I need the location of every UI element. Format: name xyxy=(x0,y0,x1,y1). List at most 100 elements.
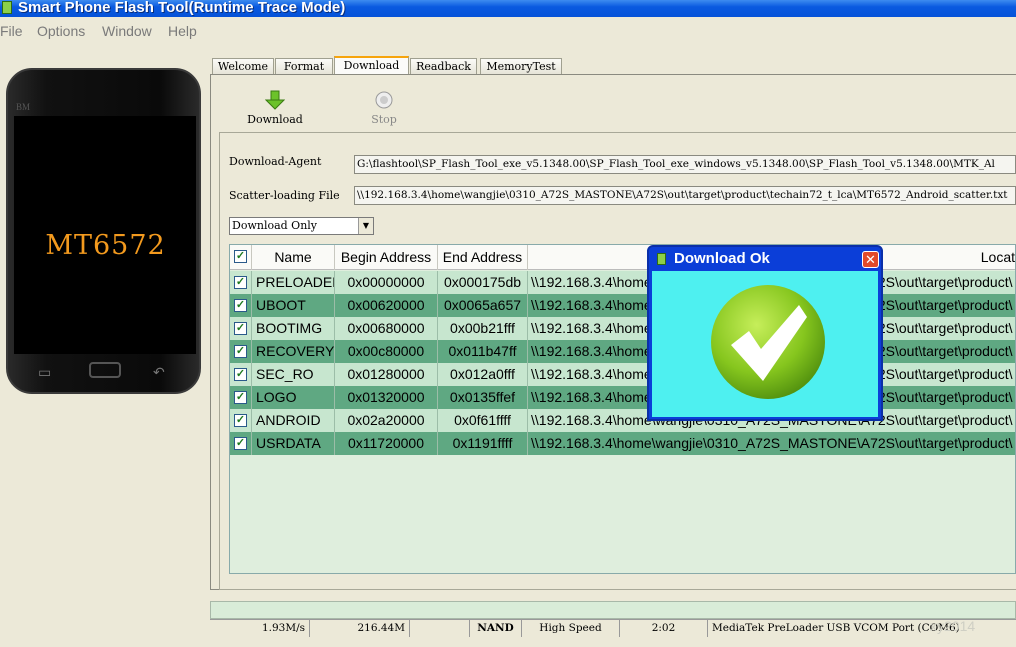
menu-help[interactable]: Help xyxy=(168,23,197,39)
app-icon xyxy=(2,1,12,14)
cell-check: ✓ xyxy=(230,317,252,340)
scatter-file-label: Scatter-loading File xyxy=(229,189,340,202)
cell-name: USRDATA xyxy=(252,432,335,455)
cell-end-address: 0x0135ffef xyxy=(438,386,528,409)
status-bar: 1.93M/s 216.44M NAND High Speed 2:02 Med… xyxy=(210,619,1016,637)
tab-download[interactable]: Download xyxy=(334,56,409,76)
cell-name: UBOOT xyxy=(252,294,335,317)
dialog-title-bar: Download Ok xyxy=(649,247,881,270)
download-button[interactable]: Download xyxy=(245,90,305,126)
cell-name: LOGO xyxy=(252,386,335,409)
cell-location: \\192.168.3.4\home\wangjie\0310_A72S_MAS… xyxy=(531,435,1013,451)
row-checkbox[interactable]: ✓ xyxy=(234,414,247,427)
table-row[interactable]: ✓ANDROID0x02a200000x0f61ffff\\192.168.3.… xyxy=(230,409,1015,432)
phone-model: MT6572 xyxy=(45,230,166,261)
cell-begin-address: 0x01320000 xyxy=(335,386,438,409)
status-speed: 1.93M/s xyxy=(210,620,310,637)
row-checkbox[interactable]: ✓ xyxy=(234,391,247,404)
row-checkbox[interactable]: ✓ xyxy=(234,322,247,335)
home-key-icon xyxy=(89,362,121,378)
menu-key-icon: ▭ xyxy=(38,364,52,380)
cell-name: ANDROID xyxy=(252,409,335,432)
column-end-address[interactable]: End Address xyxy=(438,245,528,270)
status-usb-speed: High Speed xyxy=(522,620,620,637)
title-bar: Smart Phone Flash Tool(Runtime Trace Mod… xyxy=(0,0,1016,17)
select-all-header: ✓ xyxy=(230,245,252,270)
cell-check: ✓ xyxy=(230,340,252,363)
menu-options[interactable]: Options xyxy=(37,23,85,39)
cell-end-address: 0x011b47ff xyxy=(438,340,528,363)
row-checkbox[interactable]: ✓ xyxy=(234,345,247,358)
download-ok-dialog: Download Ok ✕ xyxy=(647,245,883,421)
row-checkbox[interactable]: ✓ xyxy=(234,299,247,312)
scatter-file-field[interactable]: \\192.168.3.4\home\wangjie\0310_A72S_MAS… xyxy=(354,186,1016,205)
phone-image: BM MT6572 ▭ ↶ xyxy=(6,68,201,394)
partition-table: ✓ Name Begin Address End Address Locat ✓… xyxy=(229,244,1016,574)
tab-welcome[interactable]: Welcome xyxy=(212,58,274,75)
stop-icon xyxy=(375,91,393,109)
back-key-icon: ↶ xyxy=(153,364,165,380)
column-name[interactable]: Name xyxy=(252,245,335,270)
watermark: xy2014 xyxy=(930,618,976,634)
cell-end-address: 0x00b21fff xyxy=(438,317,528,340)
cell-check: ✓ xyxy=(230,432,252,455)
cell-name: BOOTIMG xyxy=(252,317,335,340)
column-begin-address[interactable]: Begin Address xyxy=(335,245,438,270)
row-checkbox[interactable]: ✓ xyxy=(234,437,247,450)
check-icon xyxy=(711,285,825,399)
cell-end-address: 0x012a0fff xyxy=(438,363,528,386)
tab-readback[interactable]: Readback xyxy=(410,58,477,75)
status-size: 216.44M xyxy=(310,620,410,637)
table-row[interactable]: ✓ USRDATA 0x11720000 0x1191ffff \\192.168.3.… xyxy=(230,432,1015,455)
cell-name: SEC_RO xyxy=(252,363,335,386)
cell-end-address: 0x0f61ffff xyxy=(438,409,528,432)
dialog-app-icon xyxy=(657,253,666,265)
close-icon[interactable]: ✕ xyxy=(862,251,879,268)
cell-begin-address: 0x00c80000 xyxy=(335,340,438,363)
status-time: 2:02 xyxy=(620,620,708,637)
cell-end-address: 0x1191ffff xyxy=(438,432,528,455)
table-row[interactable]: ✓LOGO0x013200000x0135ffef\\192.168.3.4\h… xyxy=(230,386,1015,409)
progress-bar xyxy=(210,601,1016,619)
stop-button[interactable]: Stop xyxy=(359,90,409,126)
download-agent-label: Download-Agent xyxy=(229,155,322,168)
dropdown-arrow-icon[interactable]: ▼ xyxy=(358,218,373,234)
cell-check: ✓ xyxy=(230,386,252,409)
dialog-title: Download Ok xyxy=(674,250,770,267)
table-row[interactable]: ✓RECOVERY0x00c800000x011b47ff\\192.168.3… xyxy=(230,340,1015,363)
phone-brand: BM xyxy=(16,102,31,112)
cell-begin-address: 0x02a20000 xyxy=(335,409,438,432)
tab-memorytest[interactable]: MemoryTest xyxy=(480,58,562,75)
window-title: Smart Phone Flash Tool(Runtime Trace Mod… xyxy=(18,0,346,16)
select-all-checkbox[interactable]: ✓ xyxy=(234,250,247,263)
download-arrow-icon xyxy=(264,90,286,110)
stop-label: Stop xyxy=(371,113,397,126)
cell-check: ✓ xyxy=(230,271,252,294)
cell-check: ✓ xyxy=(230,294,252,317)
row-checkbox[interactable]: ✓ xyxy=(234,276,247,289)
cell-check: ✓ xyxy=(230,409,252,432)
mode-select[interactable]: Download Only ▼ xyxy=(229,217,374,235)
table-row[interactable]: ✓PRELOADER0x000000000x000175db\\192.168.… xyxy=(230,271,1015,294)
cell-begin-address: 0x00680000 xyxy=(335,317,438,340)
status-spacer xyxy=(410,620,470,637)
download-label: Download xyxy=(247,113,303,126)
tab-format[interactable]: Format xyxy=(275,58,333,75)
cell-check: ✓ xyxy=(230,363,252,386)
table-row[interactable]: ✓UBOOT0x006200000x0065a657\\192.168.3.4\… xyxy=(230,294,1015,317)
cell-begin-address: 0x11720000 xyxy=(335,432,438,455)
menu-window[interactable]: Window xyxy=(102,23,152,39)
mode-select-value: Download Only xyxy=(232,219,318,232)
menu-file[interactable]: File xyxy=(0,23,23,39)
cell-begin-address: 0x01280000 xyxy=(335,363,438,386)
table-header: ✓ Name Begin Address End Address Locat xyxy=(230,245,1015,270)
row-checkbox[interactable]: ✓ xyxy=(234,368,247,381)
cell-begin-address: 0x00620000 xyxy=(335,294,438,317)
table-row[interactable]: ✓BOOTIMG0x006800000x00b21fff\\192.168.3.… xyxy=(230,317,1015,340)
cell-name: PRELOADER xyxy=(252,271,335,294)
download-agent-field[interactable]: G:\flashtool\SP_Flash_Tool_exe_v5.1348.0… xyxy=(354,155,1016,174)
cell-begin-address: 0x00000000 xyxy=(335,271,438,294)
table-row[interactable]: ✓SEC_RO0x012800000x012a0fff\\192.168.3.4… xyxy=(230,363,1015,386)
dialog-body xyxy=(652,271,878,417)
cell-end-address: 0x000175db xyxy=(438,271,528,294)
